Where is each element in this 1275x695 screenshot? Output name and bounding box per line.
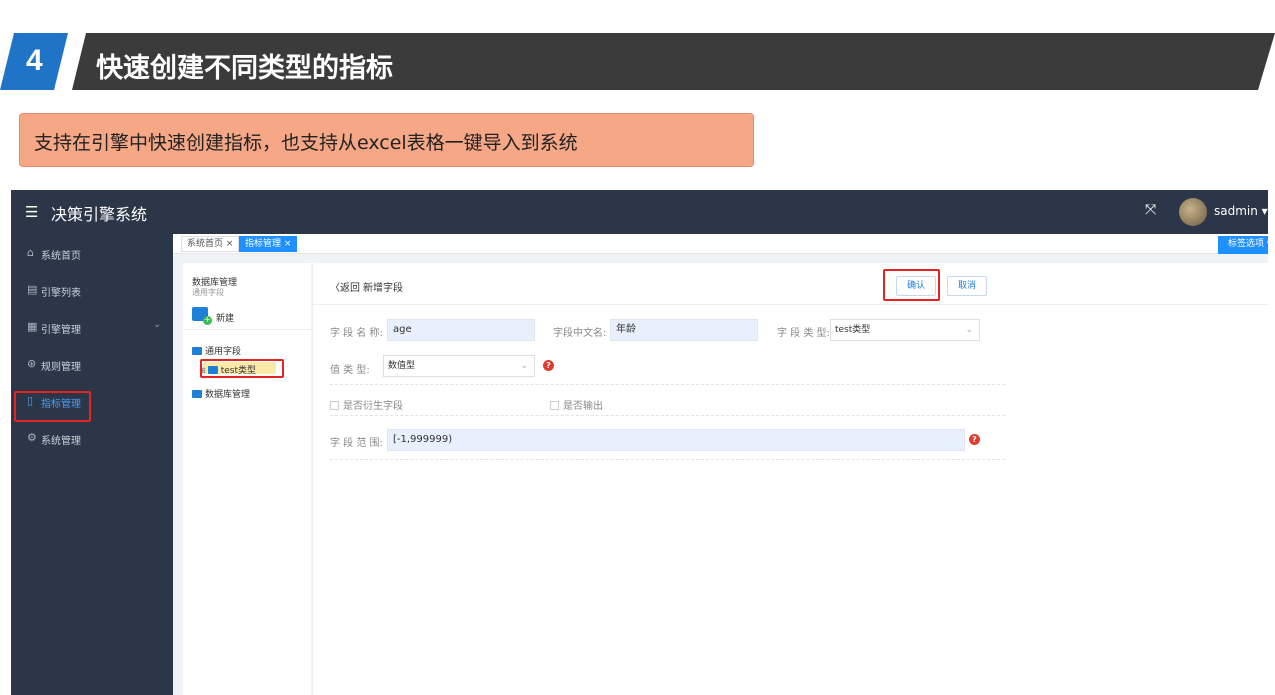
section-title-bar: 快速创建不同类型的指标 [72,33,1275,90]
sidebar-item-system[interactable]: ⚙ 系统管理 [11,421,173,457]
cancel-button[interactable]: 取消 [947,276,987,296]
tree-panel: 数据库管理 通用字段 新建 通用字段 ⊞test类型 数据库管理 [183,263,311,695]
tree-node-label: 数据库管理 [205,390,251,400]
subtitle-callout: 支持在引擎中快速创建指标，也支持从excel表格一键导入到系统 [19,113,754,167]
field-name-label: 字 段 名 称: [330,328,383,339]
tab-indicators[interactable]: 指标管理 × [239,236,298,252]
tree-subtitle: 通用字段 [192,288,224,297]
field-type-select[interactable]: test类型 ⌄ [830,319,980,341]
highlight-box [14,391,91,422]
value-type-label: 值 类 型: [330,365,370,376]
sidebar-item-home[interactable]: ⌂ 系统首页 [11,236,173,272]
highlight-box [883,269,940,301]
page-title: 新增字段 [363,283,403,294]
home-icon: ⌂ [27,246,34,259]
sidebar: ⌂ 系统首页 ▤ 引擎列表 ▦ 引擎管理 ⌄ ⊛ 规则管理 ▯ 指标管理 ⚙ 系… [11,234,173,695]
settings-icon: ⚙ [27,431,37,444]
new-button[interactable]: 新建 [216,311,234,324]
derived-label: 是否衍生字段 [343,401,403,412]
tab-options-button[interactable]: 标签选项 ▾ [1218,236,1268,254]
divider [183,329,311,330]
rule-icon: ⊛ [27,357,37,370]
help-icon[interactable]: ? [969,434,980,445]
section-title: 快速创建不同类型的指标 [96,53,393,84]
app-window: ☰ 决策引擎系统 ⤧ sadmin ▾ ⌂ 系统首页 ▤ 引擎列表 ▦ 引擎管理… [11,190,1268,695]
sidebar-item-label: 引擎管理 [41,325,81,336]
tree-node-label: 通用字段 [205,347,242,357]
divider [330,459,1005,460]
section-number: 4 [26,44,43,77]
sidebar-item-label: 系统管理 [41,436,81,447]
list-icon: ▤ [27,283,38,296]
chevron-down-icon: ⌄ [965,325,973,335]
cn-name-input[interactable]: 年龄 [610,319,758,341]
sidebar-item-label: 系统首页 [41,251,81,262]
slide-banner: 4 快速创建不同类型的指标 [0,33,1275,90]
value-type-select[interactable]: 数值型 ⌄ [383,355,535,377]
tree-node-database[interactable]: 数据库管理 [192,387,250,400]
field-type-value: test类型 [835,325,871,335]
main-panel: 〈返回 新增字段 确认 取消 字 段 名 称: age 字段中文名: 年龄 字 … [312,263,1268,695]
chevron-down-icon: ⌄ [153,319,162,330]
checkbox-icon [550,401,559,410]
derived-checkbox[interactable]: 是否衍生字段 [330,397,403,412]
new-folder-icon[interactable] [192,307,212,325]
range-input[interactable]: [-1,999999) [387,429,965,451]
tab-home[interactable]: 系统首页 × [181,236,240,252]
output-label: 是否输出 [563,401,603,412]
chevron-down-icon: ⌄ [520,361,528,371]
sidebar-item-engine-list[interactable]: ▤ 引擎列表 [11,273,173,309]
field-type-label: 字 段 类 型: [777,328,830,339]
output-checkbox[interactable]: 是否输出 [550,397,603,412]
cn-name-label: 字段中文名: [553,328,607,339]
hamburger-icon[interactable]: ☰ [25,203,38,221]
divider [330,415,1005,416]
highlight-box [200,359,284,378]
sidebar-item-label: 引擎列表 [41,288,81,299]
avatar[interactable] [1179,198,1207,226]
sidebar-item-engine-manage[interactable]: ▦ 引擎管理 ⌄ [11,310,173,346]
value-type-value: 数值型 [388,361,416,371]
tree-node-common[interactable]: 通用字段 [192,344,241,357]
folder-icon [192,347,202,355]
callout-text: 支持在引擎中快速创建指标，也支持从excel表格一键导入到系统 [34,132,578,154]
back-link[interactable]: 〈返回 [330,279,360,294]
user-menu[interactable]: sadmin ▾ [1214,204,1268,218]
checkbox-icon [330,401,339,410]
divider [330,384,1005,385]
section-number-badge: 4 [0,33,68,90]
folder-icon [192,390,202,398]
field-name-input[interactable]: age [387,319,535,341]
grid-icon: ▦ [27,320,38,333]
fullscreen-icon[interactable]: ⤧ [1145,202,1156,218]
sidebar-item-rules[interactable]: ⊛ 规则管理 [11,347,173,383]
tabs-bar: 系统首页 × 指标管理 × 标签选项 ▾ [173,234,1268,254]
help-icon[interactable]: ? [543,360,554,371]
range-label: 字 段 范 围: [330,438,383,449]
sidebar-item-label: 规则管理 [41,362,81,373]
divider [313,304,1268,305]
top-bar: ☰ 决策引擎系统 ⤧ sadmin ▾ [11,190,1268,234]
app-title: 决策引擎系统 [51,205,148,224]
